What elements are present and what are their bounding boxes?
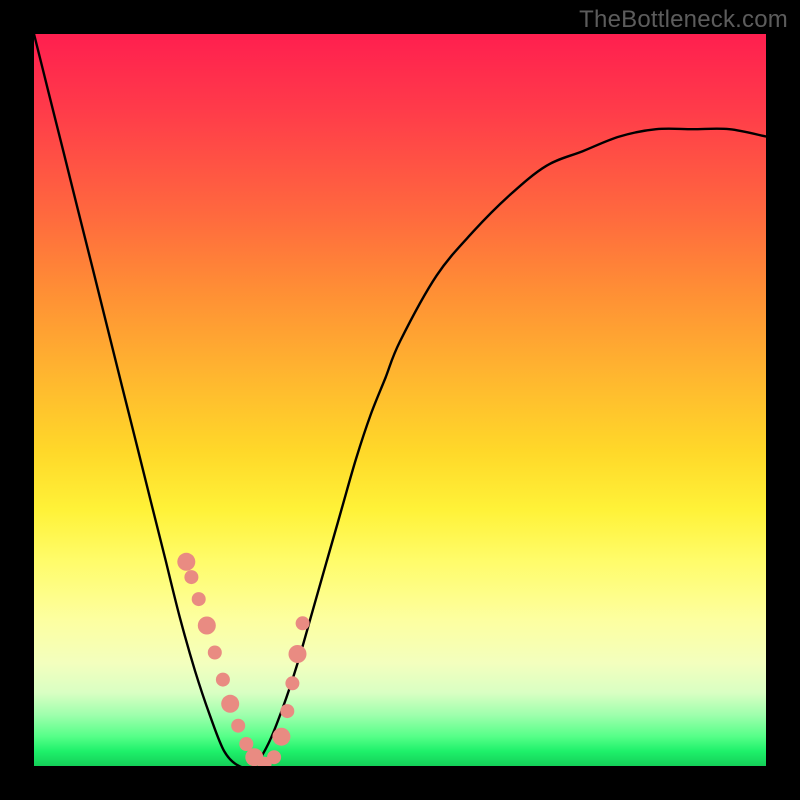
highlight-dot xyxy=(280,704,294,718)
highlight-dot xyxy=(289,645,307,663)
outer-black-frame: TheBottleneck.com xyxy=(0,0,800,800)
highlight-dot xyxy=(198,617,216,635)
highlight-dot xyxy=(192,592,206,606)
highlight-dot xyxy=(177,553,195,571)
bottleneck-curve xyxy=(34,34,766,766)
highlight-dot xyxy=(296,616,310,630)
highlight-dot xyxy=(285,676,299,690)
plot-area xyxy=(34,34,766,766)
highlight-dot xyxy=(231,719,245,733)
highlight-markers xyxy=(177,553,309,766)
highlight-dot xyxy=(184,570,198,584)
highlight-dot xyxy=(267,750,281,764)
watermark-text: TheBottleneck.com xyxy=(579,6,788,34)
highlight-dot xyxy=(216,673,230,687)
highlight-dot xyxy=(221,695,239,713)
highlight-dot xyxy=(272,728,290,746)
chart-svg xyxy=(34,34,766,766)
highlight-dot xyxy=(208,646,222,660)
